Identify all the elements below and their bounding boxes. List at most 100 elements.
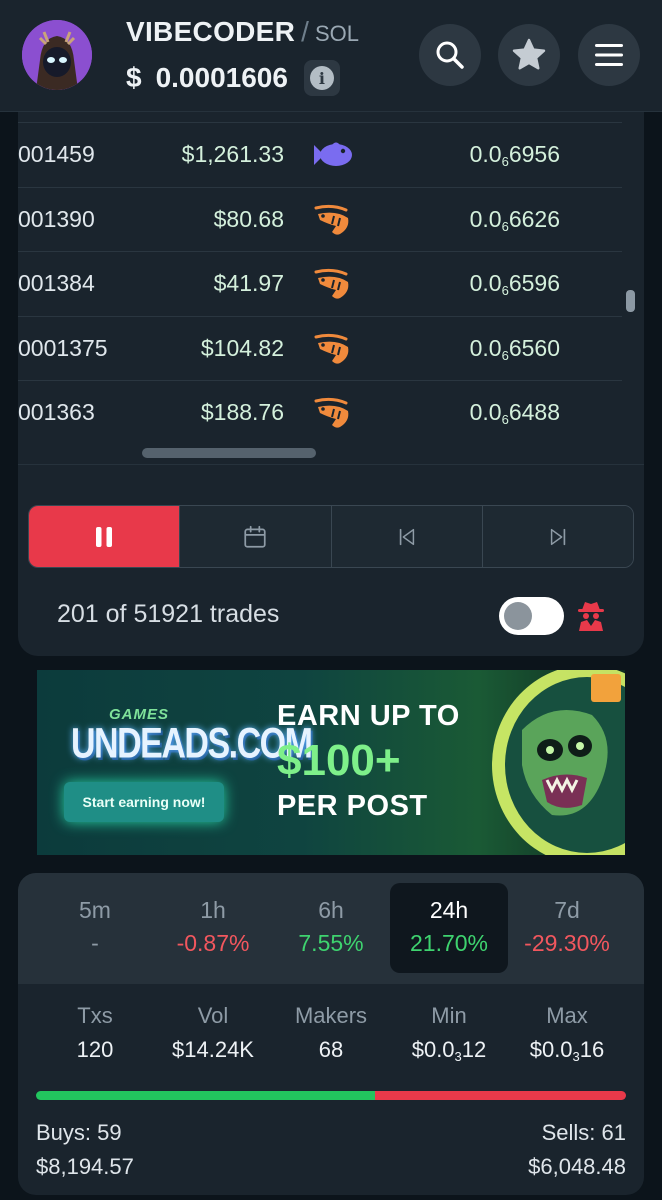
price-currency: $	[126, 62, 142, 93]
timeframe-change: -	[91, 930, 99, 956]
metric-label: Min	[431, 1003, 467, 1028]
start-earning-button[interactable]: Start earning now!	[64, 782, 224, 822]
playback-controls	[28, 505, 634, 568]
sells-volume: $6,048.48	[528, 1154, 626, 1179]
menu-icon	[595, 44, 623, 66]
timeframe-change: 7.55%	[298, 930, 364, 956]
star-icon	[512, 38, 546, 70]
trader-type-icon	[310, 137, 354, 173]
sell-ratio-fill	[375, 1091, 626, 1100]
tab-7d[interactable]: 7d -29.30%	[508, 883, 626, 973]
tab-24h[interactable]: 24h 21.70%	[390, 883, 508, 973]
shrimp-icon	[314, 268, 349, 299]
fish-icon	[314, 142, 352, 166]
timeframe-tabs: 5m - 1h -0.87% 6h 7.55% 24h 21.70% 7d -29.30%	[18, 873, 644, 984]
token-chain: SOL	[314, 21, 359, 46]
trade-row[interactable]: 001384 $41.97 0.066596	[18, 251, 622, 316]
trade-usd: $80.68	[213, 205, 284, 232]
favorite-button[interactable]	[498, 24, 560, 86]
trades-panel: 001459 $1,261.33 0.066956 001390 $80.68 0.066…	[18, 112, 644, 656]
info-button[interactable]: i	[303, 60, 340, 96]
trade-usd: $188.76	[200, 399, 284, 425]
trade-amount: 0.066626	[469, 205, 560, 234]
trade-amount: 0.066596	[469, 270, 560, 298]
metric-volume: Vol $14.24K	[154, 1003, 272, 1064]
metric-max: Max $0.0316	[508, 1003, 626, 1064]
timeframe-change: 21.70%	[409, 930, 488, 956]
stats-panel: 5m - 1h -0.87% 6h 7.55% 24h 21.70% 7d -29.30% Txs…	[18, 873, 644, 1195]
price-line: $ 0.0001606 i	[126, 60, 340, 96]
trade-price: 001459	[18, 141, 95, 167]
timeframe-label: 6h	[318, 897, 344, 923]
trade-row[interactable]: 001390 $80.68 0.066626	[18, 186, 622, 252]
trade-usd: $104.82	[200, 334, 284, 361]
token-avatar[interactable]	[22, 20, 92, 90]
banner-brand: UNDEADS.COM	[71, 720, 313, 768]
metric-txs: Txs 120	[36, 1003, 154, 1064]
banner-headline-1: EARN UP TO	[277, 700, 460, 732]
timeframe-change: -0.87%	[176, 930, 250, 956]
vertical-scrollbar[interactable]	[626, 290, 635, 312]
shrimp-icon	[314, 204, 349, 235]
skip-back-icon	[399, 528, 414, 545]
metric-value: 68	[318, 1037, 344, 1062]
tab-1h[interactable]: 1h -0.87%	[154, 883, 272, 973]
trader-type-icon	[310, 395, 354, 431]
trade-row[interactable]: 0001375 $104.82 0.066560	[18, 315, 622, 381]
shrimp-icon	[314, 333, 349, 364]
calendar-button[interactable]	[180, 506, 332, 567]
trade-price: 001390	[18, 205, 95, 232]
sells-count: Sells: 61	[541, 1120, 626, 1145]
trade-price: 001384	[18, 270, 95, 296]
trader-type-icon	[310, 266, 354, 302]
banner-headline-3: PER POST	[277, 790, 428, 822]
pause-button[interactable]	[29, 506, 181, 567]
pause-icon	[96, 526, 113, 547]
horizontal-scrollbar[interactable]	[142, 448, 316, 458]
pair-separator: /	[301, 16, 309, 47]
buy-sell-ratio-bar	[36, 1091, 626, 1100]
metric-label: Vol	[197, 1003, 229, 1028]
top-bar: VIBECODER / SOL $ 0.0001606 i	[0, 0, 662, 112]
metric-value: 120	[76, 1037, 114, 1062]
metric-value: $14.24K	[172, 1037, 254, 1062]
token-title: VIBECODER / SOL	[126, 16, 359, 48]
trade-price: 001363	[18, 399, 95, 425]
trade-row[interactable]: 001363 $188.76 0.066488	[18, 380, 622, 445]
trader-type-icon	[310, 202, 354, 238]
trade-amount: 0.066488	[469, 399, 560, 427]
trade-usd: $1,261.33	[181, 141, 284, 167]
timeframe-label: 7d	[554, 897, 580, 923]
metric-value: $0.0312	[411, 1037, 487, 1064]
trades-count: 201 of 51921 trades	[57, 600, 280, 628]
tab-6h[interactable]: 6h 7.55%	[272, 883, 390, 973]
metric-min: Min $0.0312	[390, 1003, 508, 1064]
divider	[18, 464, 644, 465]
banner-headline-2: $100+	[277, 736, 401, 785]
skip-forward-button[interactable]	[482, 506, 633, 567]
tab-5m[interactable]: 5m -	[36, 883, 154, 973]
search-icon	[436, 41, 464, 69]
toggle-knob	[504, 602, 532, 630]
buys-volume: $8,194.57	[36, 1154, 134, 1179]
shrimp-icon	[314, 397, 349, 428]
ad-choice-icon[interactable]	[591, 674, 621, 702]
filter-toggle[interactable]	[499, 597, 564, 635]
timeframe-label: 24h	[429, 897, 469, 923]
trade-row[interactable]: 001459 $1,261.33 0.066956	[18, 122, 622, 187]
spy-icon[interactable]	[574, 598, 608, 632]
token-price: 0.0001606	[155, 62, 288, 93]
trade-amount: 0.066560	[469, 334, 560, 363]
trade-amount: 0.066956	[469, 141, 560, 169]
ad-banner[interactable]: GAMES UNDEADS.COM Start earning now! EAR…	[37, 670, 625, 855]
skip-back-button[interactable]	[331, 506, 483, 567]
token-name: VIBECODER	[126, 16, 296, 47]
metric-label: Makers	[294, 1003, 368, 1028]
search-button[interactable]	[419, 24, 481, 86]
trader-type-icon	[310, 331, 354, 367]
menu-button[interactable]	[578, 24, 640, 86]
metric-makers: Makers 68	[272, 1003, 390, 1064]
buys-count: Buys: 59	[36, 1120, 122, 1145]
timeframe-label: 1h	[200, 897, 226, 923]
trade-usd: $41.97	[213, 270, 284, 296]
